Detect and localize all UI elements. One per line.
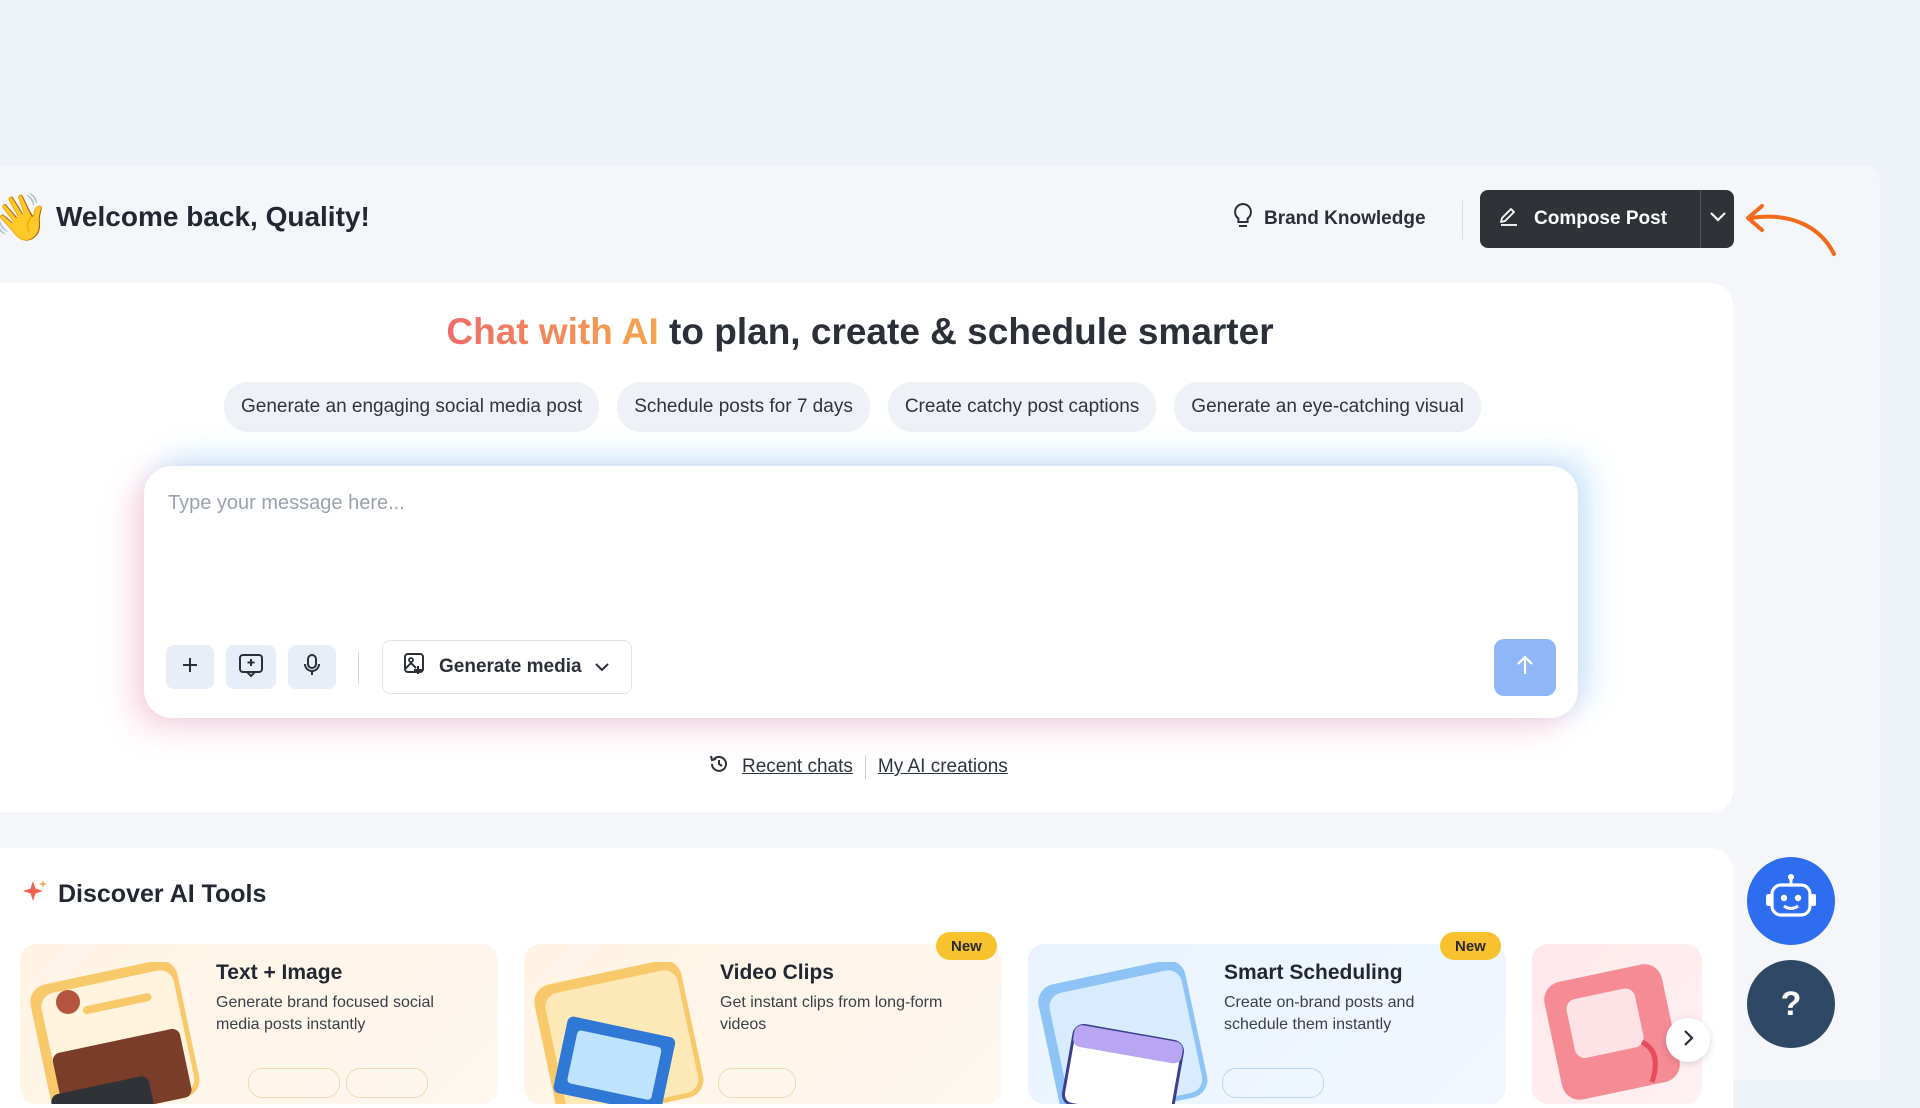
plus-icon bbox=[180, 655, 200, 680]
welcome-heading: Welcome back, Quality! bbox=[56, 201, 370, 232]
chevron-down-icon bbox=[1709, 210, 1727, 228]
ai-prompt-button[interactable] bbox=[226, 645, 276, 689]
sparkles-icon bbox=[22, 878, 48, 911]
header-divider bbox=[1462, 201, 1463, 239]
recent-chats-link[interactable]: Recent chats bbox=[742, 756, 853, 778]
generate-media-label: Generate media bbox=[439, 656, 582, 677]
robot-icon bbox=[1763, 873, 1819, 929]
links-divider bbox=[864, 755, 866, 779]
suggestion-chip[interactable]: Schedule posts for 7 days bbox=[617, 382, 870, 432]
calendar-illustration-icon bbox=[1038, 962, 1208, 1104]
suggestion-chip[interactable]: Generate an eye-catching visual bbox=[1174, 382, 1481, 432]
chat-headline: Chat with AI to plan, create & schedule … bbox=[0, 311, 1720, 353]
headline-highlight: Chat with AI bbox=[446, 311, 659, 352]
tool-tag[interactable] bbox=[1222, 1068, 1324, 1098]
suggestion-chips: Generate an engaging social media post S… bbox=[224, 382, 1481, 432]
tool-title: Smart Scheduling bbox=[1224, 961, 1403, 984]
brand-knowledge-label: Brand Knowledge bbox=[1264, 208, 1426, 229]
headline-rest: to plan, create & schedule smarter bbox=[658, 311, 1274, 352]
generate-media-dropdown[interactable]: Generate media bbox=[382, 640, 632, 694]
chevron-down-icon bbox=[594, 656, 610, 678]
history-icon bbox=[708, 753, 730, 781]
tool-description: Get instant clips from long-form videos bbox=[720, 994, 943, 1033]
tool-tag[interactable] bbox=[718, 1068, 796, 1098]
my-ai-creations-link[interactable]: My AI creations bbox=[878, 756, 1008, 778]
video-clips-illustration-icon bbox=[534, 962, 704, 1104]
compose-post-button-group: Compose Post bbox=[1480, 190, 1734, 248]
carousel-next-button[interactable] bbox=[1666, 1018, 1710, 1062]
ai-assistant-button[interactable] bbox=[1747, 857, 1835, 945]
arrow-up-icon bbox=[1515, 654, 1535, 681]
image-generate-icon bbox=[403, 652, 427, 682]
new-badge: New bbox=[936, 932, 997, 960]
tool-title: Video Clips bbox=[720, 961, 834, 984]
compose-dropdown-button[interactable] bbox=[1701, 190, 1734, 248]
compose-post-button[interactable]: Compose Post bbox=[1480, 190, 1700, 248]
tool-tag[interactable] bbox=[248, 1068, 340, 1098]
annotation-arrow-icon bbox=[1746, 204, 1836, 256]
voice-input-button[interactable] bbox=[288, 645, 336, 689]
tool-description: Create on-brand posts and schedule them … bbox=[1224, 994, 1415, 1033]
sparkle-message-icon bbox=[238, 652, 264, 683]
microphone-icon bbox=[302, 653, 322, 682]
tools-divider bbox=[358, 652, 359, 684]
send-button[interactable] bbox=[1494, 639, 1556, 696]
text-image-illustration-icon bbox=[30, 962, 200, 1104]
suggestion-chip[interactable]: Generate an engaging social media post bbox=[224, 382, 600, 432]
pen-icon bbox=[1498, 205, 1520, 233]
chat-links: Recent chats My AI creations bbox=[708, 753, 1008, 781]
help-button[interactable]: ? bbox=[1747, 960, 1835, 1048]
suggestion-chip[interactable]: Create catchy post captions bbox=[887, 382, 1157, 432]
brand-knowledge-button[interactable]: Brand Knowledge bbox=[1232, 200, 1426, 238]
message-input[interactable] bbox=[166, 490, 1550, 604]
compose-post-label: Compose Post bbox=[1534, 208, 1668, 229]
tool-tag[interactable] bbox=[346, 1068, 428, 1098]
waving-hand-icon: 👋 bbox=[0, 191, 50, 243]
new-badge: New bbox=[1440, 932, 1501, 960]
chevron-right-icon bbox=[1682, 1029, 1694, 1052]
lightbulb-icon bbox=[1232, 202, 1254, 236]
add-attachment-button[interactable] bbox=[166, 645, 214, 689]
tool-description: Generate brand focused social media post… bbox=[216, 994, 434, 1033]
discover-title: Discover AI Tools bbox=[58, 880, 267, 908]
discover-heading: Discover AI Tools bbox=[22, 878, 266, 911]
tool-title: Text + Image bbox=[216, 961, 343, 984]
